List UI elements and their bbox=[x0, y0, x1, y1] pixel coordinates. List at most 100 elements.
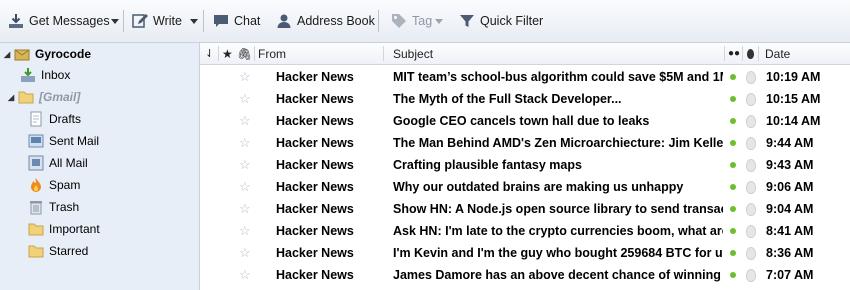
message-date: 9:04 AM bbox=[766, 202, 814, 216]
tag-button[interactable]: Tag bbox=[391, 9, 432, 33]
table-row[interactable]: ☆ Hacker News The Myth of the Full Stack D… bbox=[200, 88, 850, 110]
folder-trash[interactable]: Trash bbox=[28, 197, 79, 217]
folder-important[interactable]: Important bbox=[28, 219, 100, 239]
star-column-icon[interactable]: ★ bbox=[222, 43, 233, 64]
star-icon[interactable]: ☆ bbox=[239, 220, 251, 242]
attachment-column-icon[interactable]: 🖇 bbox=[237, 43, 252, 64]
read-status-icon[interactable] bbox=[730, 132, 736, 154]
chevron-down-icon bbox=[435, 18, 443, 24]
star-icon[interactable]: ☆ bbox=[239, 66, 251, 88]
quick-filter-label: Quick Filter bbox=[480, 14, 544, 28]
table-row[interactable]: ☆ Hacker News MIT team’s school-bus algori… bbox=[200, 66, 850, 88]
message-subject: The Man Behind AMD's Zen Microarchiectur… bbox=[393, 136, 723, 150]
write-dropdown[interactable] bbox=[187, 9, 201, 33]
read-status-icon[interactable] bbox=[730, 176, 736, 198]
folder-label: Starred bbox=[49, 244, 89, 258]
table-row[interactable]: ☆ Hacker News Google CEO cancels town hall… bbox=[200, 110, 850, 132]
chevron-down-icon bbox=[111, 18, 119, 24]
column-header: ⇃ ★ 🖇 From Subject ●● Date bbox=[200, 43, 850, 65]
read-status-icon[interactable] bbox=[730, 242, 736, 264]
message-from: Hacker News bbox=[276, 136, 354, 150]
read-status-icon[interactable] bbox=[730, 220, 736, 242]
star-icon[interactable]: ☆ bbox=[239, 110, 251, 132]
star-icon[interactable]: ☆ bbox=[239, 264, 251, 286]
table-row[interactable]: ☆ Hacker News Ask HN: I'm late to the cryp… bbox=[200, 220, 850, 242]
account-gyrocode[interactable]: ◢ Gyrocode bbox=[4, 44, 91, 64]
message-date: 9:43 AM bbox=[766, 158, 814, 172]
get-messages-button[interactable]: Get Messages bbox=[8, 9, 110, 33]
star-icon[interactable]: ☆ bbox=[239, 242, 251, 264]
quick-filter-button[interactable]: Quick Filter bbox=[459, 9, 543, 33]
message-from: Hacker News bbox=[276, 92, 354, 106]
person-icon bbox=[276, 13, 292, 29]
table-row[interactable]: ☆ Hacker News I'm Kevin and I'm the guy wh… bbox=[200, 242, 850, 264]
get-messages-dropdown[interactable] bbox=[108, 9, 122, 33]
read-status-icon[interactable] bbox=[730, 198, 736, 220]
read-status-column-icon[interactable]: ●● bbox=[728, 43, 740, 64]
folder-label: All Mail bbox=[49, 156, 88, 170]
star-icon[interactable]: ☆ bbox=[239, 198, 251, 220]
address-book-label: Address Book bbox=[297, 14, 375, 28]
chat-bubble-icon bbox=[213, 13, 229, 29]
read-status-icon[interactable] bbox=[730, 154, 736, 176]
folder-sent-mail[interactable]: Sent Mail bbox=[28, 131, 99, 151]
star-icon[interactable]: ☆ bbox=[239, 132, 251, 154]
message-date: 10:19 AM bbox=[766, 70, 821, 84]
read-status-icon[interactable] bbox=[730, 110, 736, 132]
tag-dropdown[interactable] bbox=[432, 9, 446, 33]
table-row[interactable]: ☆ Hacker News Crafting plausible fantasy m… bbox=[200, 154, 850, 176]
folder-icon bbox=[28, 243, 44, 259]
junk-column-icon[interactable] bbox=[747, 43, 754, 64]
junk-status-icon[interactable] bbox=[746, 66, 756, 88]
flame-icon bbox=[747, 48, 754, 59]
folder-label: Spam bbox=[49, 178, 81, 192]
write-button[interactable]: Write bbox=[132, 9, 182, 33]
subject-column-header[interactable]: Subject bbox=[393, 43, 713, 64]
toolbar-separator bbox=[203, 10, 204, 32]
junk-status-icon[interactable] bbox=[746, 88, 756, 110]
junk-status-icon[interactable] bbox=[746, 220, 756, 242]
folder-inbox[interactable]: Inbox bbox=[20, 65, 70, 85]
message-date: 10:15 AM bbox=[766, 92, 821, 106]
junk-status-icon[interactable] bbox=[746, 198, 756, 220]
tag-label: Tag bbox=[412, 14, 433, 28]
star-icon[interactable]: ☆ bbox=[239, 154, 251, 176]
table-row[interactable]: ☆ Hacker News Show HN: A Node.js open sour… bbox=[200, 198, 850, 220]
chat-button[interactable]: Chat bbox=[213, 9, 260, 33]
table-row[interactable]: ☆ Hacker News James Damore has an above de… bbox=[200, 264, 850, 286]
mail-account-icon bbox=[14, 46, 30, 62]
column-separator bbox=[758, 46, 759, 61]
table-row[interactable]: ☆ Hacker News The Man Behind AMD's Zen Mic… bbox=[200, 132, 850, 154]
collapse-icon[interactable]: ◢ bbox=[8, 93, 16, 102]
junk-status-icon[interactable] bbox=[746, 176, 756, 198]
read-status-icon[interactable] bbox=[730, 88, 736, 110]
folder-gmail[interactable]: ◢ [Gmail] bbox=[8, 87, 80, 107]
collapse-icon[interactable]: ◢ bbox=[4, 50, 12, 59]
message-subject: Google CEO cancels town hall due to leak… bbox=[393, 114, 650, 128]
table-row[interactable]: ☆ Hacker News Why our outdated brains are … bbox=[200, 176, 850, 198]
folder-pane: ◢ Gyrocode Inbox ◢ [Gmail] Drafts Sent M… bbox=[0, 43, 200, 290]
read-status-icon[interactable] bbox=[730, 66, 736, 88]
address-book-button[interactable]: Address Book bbox=[276, 9, 375, 33]
junk-status-icon[interactable] bbox=[746, 242, 756, 264]
thread-column-icon[interactable]: ⇃ bbox=[205, 43, 214, 64]
message-from: Hacker News bbox=[276, 202, 354, 216]
star-icon[interactable]: ☆ bbox=[239, 88, 251, 110]
star-icon[interactable]: ☆ bbox=[239, 176, 251, 198]
junk-status-icon[interactable] bbox=[746, 264, 756, 286]
folder-label: Inbox bbox=[41, 68, 71, 82]
all-mail-icon bbox=[28, 155, 44, 171]
junk-status-icon[interactable] bbox=[746, 154, 756, 176]
junk-status-icon[interactable] bbox=[746, 132, 756, 154]
date-column-header[interactable]: Date bbox=[765, 43, 790, 64]
folder-all-mail[interactable]: All Mail bbox=[28, 153, 88, 173]
folder-drafts[interactable]: Drafts bbox=[28, 109, 81, 129]
message-date: 7:07 AM bbox=[766, 268, 814, 282]
junk-status-icon[interactable] bbox=[746, 110, 756, 132]
read-status-icon[interactable] bbox=[730, 264, 736, 286]
folder-starred[interactable]: Starred bbox=[28, 241, 88, 261]
toolbar-separator bbox=[378, 10, 379, 32]
toolbar: Get Messages Write Chat Address Book Tag… bbox=[0, 0, 850, 43]
folder-spam[interactable]: Spam bbox=[28, 175, 80, 195]
from-column-header[interactable]: From bbox=[258, 43, 378, 64]
